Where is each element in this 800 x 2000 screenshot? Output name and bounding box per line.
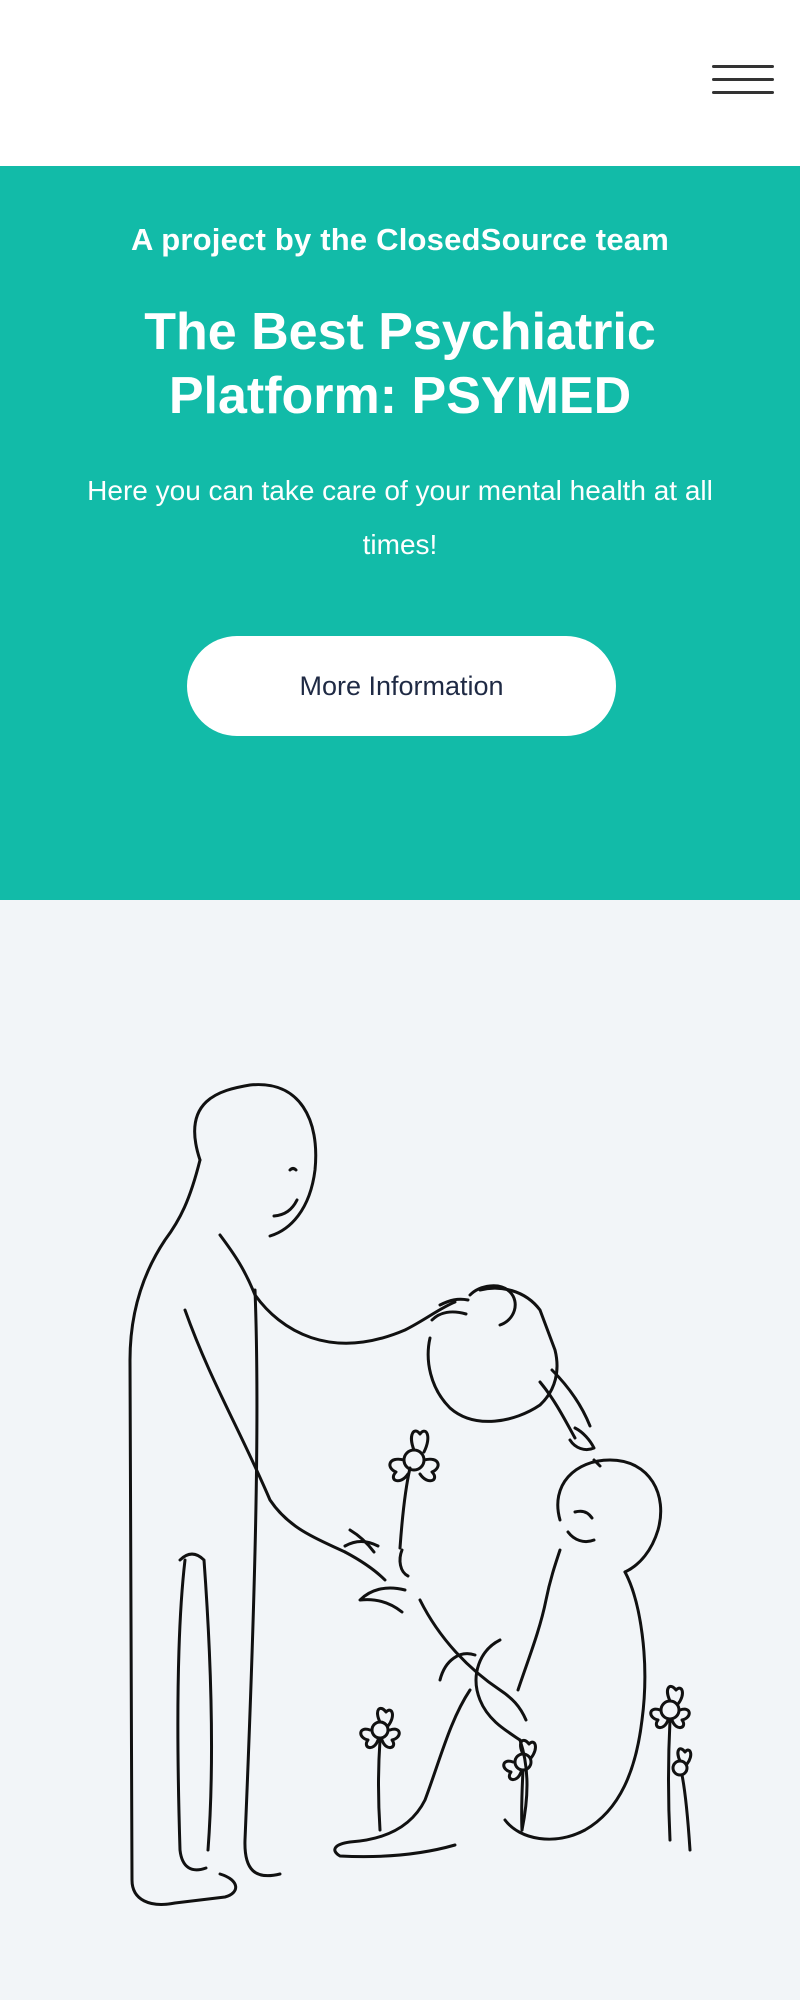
page-title: The Best Psychiatric Platform: PSYMED (144, 303, 656, 425)
hero-section: A project by the ClosedSource team The B… (0, 166, 800, 900)
hero-kicker: A project by the ClosedSource team (131, 222, 669, 257)
illustration-section (0, 900, 800, 2000)
hamburger-menu-icon[interactable] (712, 58, 778, 104)
more-information-button[interactable]: More Information (187, 636, 616, 736)
hero-description: Here you can take care of your mental he… (87, 475, 713, 560)
top-navigation (0, 0, 800, 166)
person-watering-person-illustration (128, 1083, 693, 1906)
